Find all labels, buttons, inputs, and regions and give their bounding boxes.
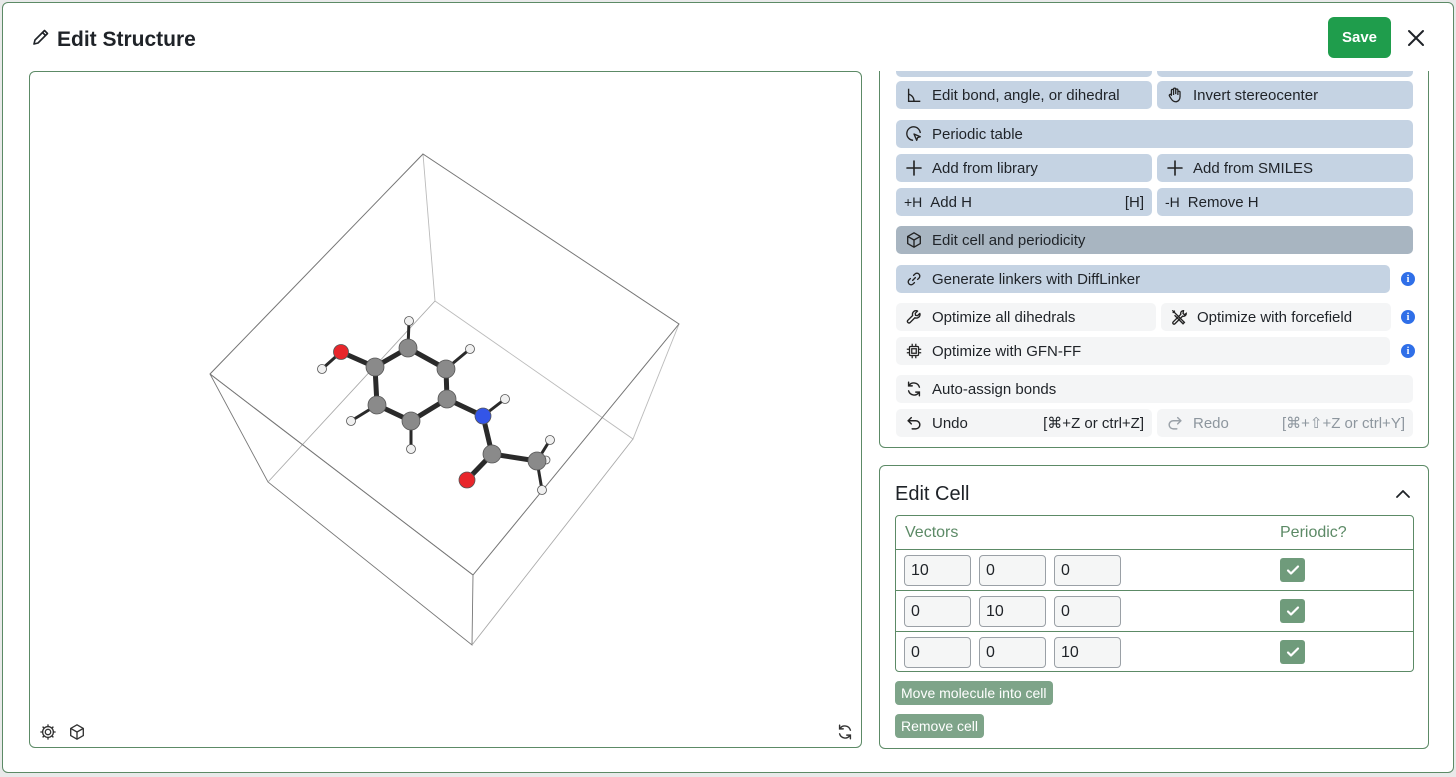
chevron-up-icon[interactable]: [1393, 484, 1413, 504]
dialog-title: Edit Structure: [31, 27, 196, 53]
undo-label: Undo: [932, 414, 968, 432]
table-row: [896, 632, 1413, 673]
vector-input[interactable]: [904, 596, 971, 627]
settings-gear-icon[interactable]: [38, 722, 58, 742]
vectors-header: Vectors: [905, 524, 959, 541]
undo-button[interactable]: Undo [⌘+Z or ctrl+Z]: [896, 409, 1152, 437]
edit-cell-label: Edit cell and periodicity: [932, 231, 1086, 249]
plus-icon: [904, 158, 924, 178]
periodic-table-button[interactable]: Periodic table: [896, 120, 1413, 148]
table-row: [896, 550, 1413, 591]
add-from-smiles-button[interactable]: Add from SMILES: [1157, 154, 1413, 182]
optimize-forcefield-button[interactable]: Optimize with forcefield: [1161, 303, 1391, 331]
vector-input[interactable]: [979, 596, 1046, 627]
chip-icon: [904, 341, 924, 361]
edit-geometry-label: Edit bond, angle, or dihedral: [932, 86, 1120, 104]
wrench-icon: [904, 307, 924, 327]
partial-tool-button-right[interactable]: [1157, 71, 1413, 77]
cube-icon: [904, 230, 924, 250]
refresh-icon[interactable]: [835, 722, 855, 742]
periodic-table-label: Periodic table: [932, 125, 1023, 143]
difflinker-label: Generate linkers with DiffLinker: [932, 270, 1141, 288]
add-from-library-label: Add from library: [932, 159, 1038, 177]
structure-scene[interactable]: [30, 72, 862, 748]
edit-cell-panel: Edit Cell Vectors Periodic? 10 0 0 0 10 …: [879, 465, 1429, 749]
auto-assign-bonds-label: Auto-assign bonds: [932, 380, 1057, 398]
add-h-button[interactable]: +H Add H [H]: [896, 188, 1152, 216]
edit-cell-title: Edit Cell: [895, 483, 970, 505]
add-from-library-button[interactable]: Add from library: [896, 154, 1152, 182]
optimize-gfnff-label: Optimize with GFN-FF: [932, 342, 1082, 360]
angle-icon: [904, 85, 924, 105]
move-molecule-into-cell-button[interactable]: Move molecule into cell: [895, 681, 1053, 705]
remove-cell-button[interactable]: Remove cell: [895, 714, 985, 738]
optimize-forcefield-label: Optimize with forcefield: [1197, 308, 1353, 326]
edit-cell-button[interactable]: Edit cell and periodicity: [896, 226, 1413, 254]
redo-label: Redo: [1193, 414, 1229, 432]
optimize-dihedrals-button[interactable]: Optimize all dihedrals: [896, 303, 1156, 331]
remove-h-icon: -H: [1165, 194, 1180, 210]
vector-input[interactable]: [979, 637, 1046, 668]
vector-input[interactable]: [1054, 596, 1121, 627]
periodic-checkbox[interactable]: [1280, 558, 1305, 582]
dialog-title-text: Edit Structure: [57, 28, 196, 51]
table-header: Vectors Periodic?: [896, 516, 1413, 550]
redo-button[interactable]: Redo [⌘+⇧+Z or ctrl+Y]: [1157, 409, 1413, 437]
partial-tool-button-left[interactable]: [896, 71, 1152, 77]
hand-icon: [1165, 85, 1185, 105]
tools-icon: [1169, 307, 1189, 327]
cell-vectors-table: Vectors Periodic?: [895, 515, 1414, 672]
redo-shortcut: [⌘+⇧+Z or ctrl+Y]: [1281, 415, 1405, 432]
vector-input[interactable]: [904, 637, 971, 668]
edit-geometry-button[interactable]: Edit bond, angle, or dihedral: [896, 81, 1152, 109]
tools-panel: Edit bond, angle, or dihedral Invert ste…: [879, 71, 1429, 448]
cursor-select-icon: [904, 124, 924, 144]
undo-icon: [904, 413, 924, 433]
add-h-shortcut: [H]: [1124, 193, 1144, 211]
sync-icon: [904, 379, 924, 399]
add-from-smiles-label: Add from SMILES: [1193, 159, 1314, 177]
plus-icon: [1165, 158, 1185, 178]
auto-assign-bonds-button[interactable]: Auto-assign bonds: [896, 375, 1413, 403]
table-row: [896, 591, 1413, 632]
close-icon[interactable]: [1403, 25, 1429, 51]
optimize-dihedrals-label: Optimize all dihedrals: [932, 308, 1076, 326]
info-icon[interactable]: i: [1401, 272, 1415, 286]
undo-shortcut: [⌘+Z or ctrl+Z]: [1043, 415, 1144, 432]
add-h-icon: +H: [904, 194, 923, 210]
info-icon[interactable]: i: [1401, 344, 1415, 358]
add-h-label: Add H: [930, 193, 972, 211]
remove-h-label: Remove H: [1187, 193, 1259, 211]
remove-h-button[interactable]: -H Remove H: [1157, 188, 1413, 216]
periodic-checkbox[interactable]: [1280, 599, 1305, 623]
vector-input[interactable]: [904, 555, 971, 586]
save-button[interactable]: Save: [1328, 17, 1391, 58]
cube-icon[interactable]: [67, 722, 87, 742]
vector-input[interactable]: [1054, 555, 1121, 586]
optimize-gfnff-button[interactable]: Optimize with GFN-FF: [896, 337, 1390, 365]
molecule-viewer[interactable]: [29, 71, 862, 748]
info-icon[interactable]: i: [1401, 310, 1415, 324]
difflinker-button[interactable]: Generate linkers with DiffLinker: [896, 265, 1390, 293]
redo-icon: [1165, 413, 1185, 433]
pencil-icon: [31, 27, 51, 53]
edit-structure-dialog: Edit Structure Save Edit bond, angle, or…: [2, 2, 1454, 773]
vector-input[interactable]: [1054, 637, 1121, 668]
periodic-header: Periodic?: [1280, 524, 1347, 541]
invert-stereocenter-button[interactable]: Invert stereocenter: [1157, 81, 1413, 109]
link-icon: [904, 269, 924, 289]
invert-stereocenter-label: Invert stereocenter: [1193, 86, 1319, 104]
vector-input[interactable]: [979, 555, 1046, 586]
periodic-checkbox[interactable]: [1280, 640, 1305, 664]
